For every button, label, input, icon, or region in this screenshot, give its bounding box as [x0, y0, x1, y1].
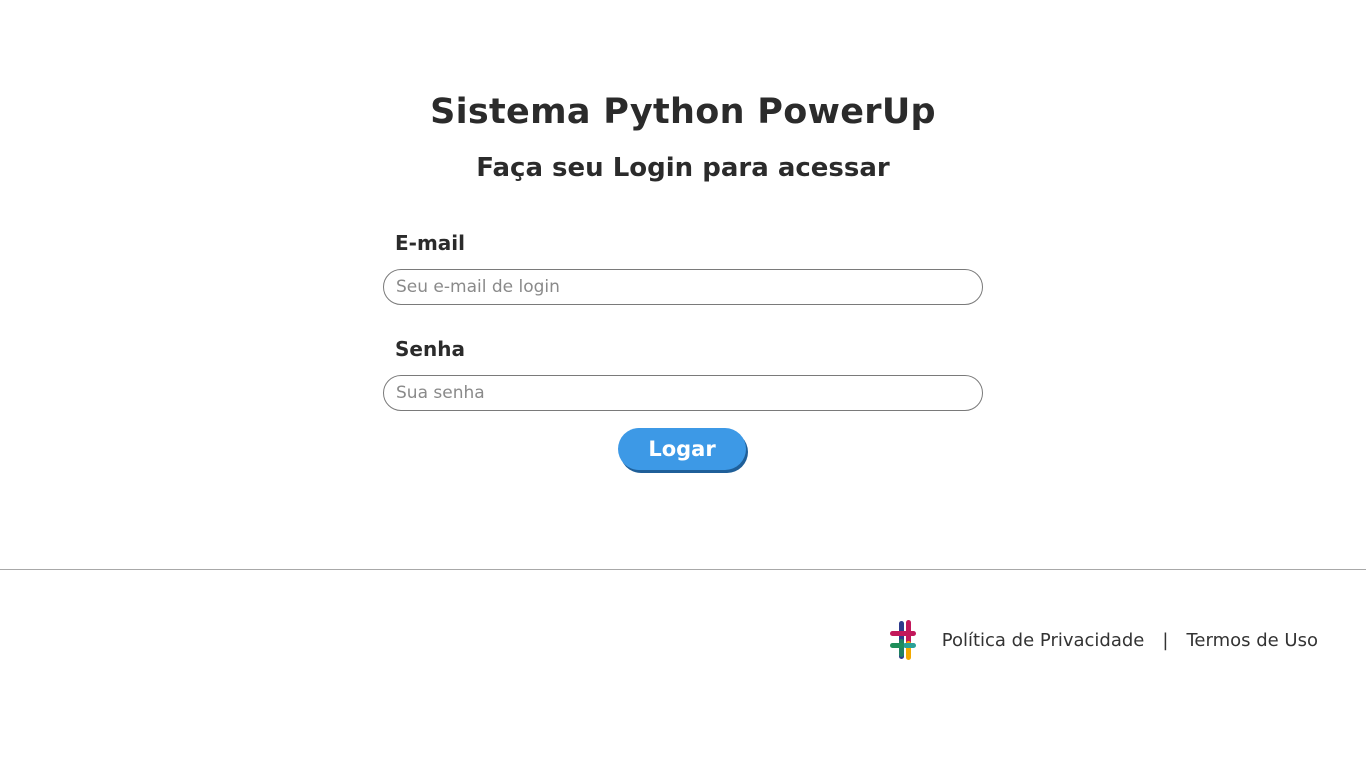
footer-separator: | — [1162, 629, 1169, 651]
email-label: E-mail — [395, 231, 466, 255]
password-label: Senha — [395, 337, 465, 361]
footer: Política de Privacidade | Termos de Uso — [888, 618, 1318, 662]
page-subtitle: Faça seu Login para acessar — [476, 153, 890, 183]
password-field[interactable] — [383, 375, 983, 411]
page-title: Sistema Python PowerUp — [430, 92, 936, 132]
footer-divider — [0, 569, 1366, 570]
email-field[interactable] — [383, 269, 983, 305]
privacy-policy-link[interactable]: Política de Privacidade — [942, 630, 1145, 651]
login-form: E-mail Senha — [383, 225, 983, 411]
login-page: Sistema Python PowerUp Faça seu Login pa… — [0, 0, 1366, 768]
hashtag-logo-icon — [889, 620, 916, 660]
terms-of-use-link[interactable]: Termos de Uso — [1186, 630, 1318, 651]
login-button[interactable]: Logar — [618, 428, 746, 470]
